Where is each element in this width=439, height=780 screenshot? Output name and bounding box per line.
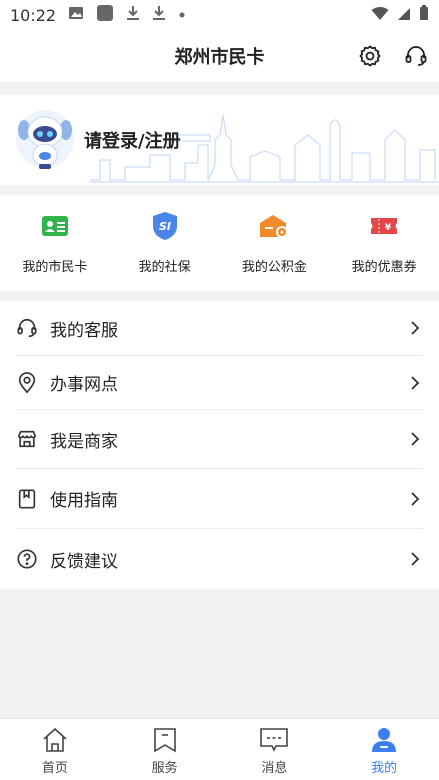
- chevron-right-icon: [407, 320, 423, 336]
- app-header: 郑州市民卡: [0, 30, 439, 82]
- chevron-right-icon: [407, 375, 423, 391]
- tab-mine[interactable]: 我的: [329, 719, 439, 780]
- quick-action-label: 我的优惠券: [351, 260, 417, 275]
- tab-services[interactable]: 服务: [110, 719, 220, 780]
- svg-text:SI: SI: [159, 220, 171, 233]
- wifi-icon: [371, 6, 389, 25]
- menu-item-service-outlets[interactable]: 办事网点: [16, 356, 423, 410]
- avatar[interactable]: [15, 108, 75, 170]
- social-security-icon: SI: [152, 212, 177, 240]
- quick-actions: 我的市民卡 SI 我的社保 我的公积金 ¥ 我的优惠券: [0, 195, 439, 291]
- coupon-icon: ¥: [371, 218, 398, 234]
- question-circle-icon: [17, 549, 37, 569]
- quick-action-label: 我的社保: [138, 260, 191, 275]
- citizen-card-icon: [41, 216, 68, 236]
- menu-item-feedback[interactable]: 反馈建议: [16, 529, 423, 589]
- download-icon: [126, 5, 140, 25]
- page-title: 郑州市民卡: [174, 47, 265, 68]
- image-icon: [68, 6, 84, 24]
- status-time: 10:22: [10, 5, 57, 25]
- customer-service-button[interactable]: [403, 43, 429, 69]
- quick-action-label: 我的公积金: [241, 260, 307, 275]
- headset-icon: [17, 318, 37, 338]
- tab-label: 首页: [41, 761, 68, 776]
- location-pin-icon: [18, 371, 36, 393]
- settings-menu: 我的客服 办事网点 我是商家 使用指南 反馈建议: [0, 301, 439, 589]
- menu-item-customer-service[interactable]: 我的客服: [16, 301, 423, 356]
- menu-item-label: 办事网点: [50, 375, 118, 395]
- menu-item-merchant[interactable]: 我是商家: [16, 410, 423, 469]
- tab-messages[interactable]: 消息: [220, 719, 330, 780]
- quick-action-social-security[interactable]: SI 我的社保: [110, 195, 220, 291]
- battery-icon: [419, 5, 429, 25]
- store-icon: [17, 430, 37, 448]
- provident-fund-icon: [260, 215, 289, 238]
- headset-icon: [405, 46, 427, 66]
- user-icon: [372, 728, 397, 752]
- profile-card[interactable]: 请登录/注册: [0, 95, 439, 185]
- gear-icon: [359, 45, 381, 67]
- quick-action-coupon[interactable]: ¥ 我的优惠券: [329, 195, 439, 291]
- download-icon: [152, 5, 166, 25]
- menu-item-label: 我是商家: [50, 431, 118, 452]
- notification-icons: [68, 4, 186, 26]
- robot-mascot-icon: [16, 110, 74, 169]
- bookmark-icon: [153, 728, 176, 753]
- quick-action-citizen-card[interactable]: 我的市民卡: [0, 195, 110, 291]
- settings-button[interactable]: [357, 43, 383, 69]
- login-register-link[interactable]: 请登录/注册: [84, 127, 181, 153]
- menu-item-label: 我的客服: [50, 320, 118, 341]
- svg-text:¥: ¥: [385, 223, 392, 233]
- message-icon: [260, 728, 289, 752]
- quick-action-label: 我的市民卡: [22, 260, 88, 275]
- tab-label: 我的: [371, 761, 398, 776]
- chevron-right-icon: [407, 491, 423, 507]
- home-icon: [43, 727, 67, 752]
- menu-item-user-guide[interactable]: 使用指南: [16, 469, 423, 529]
- menu-item-label: 反馈建议: [50, 551, 118, 572]
- bottom-tab-bar: 首页 服务 消息 我的: [0, 718, 439, 780]
- app-square-icon: [96, 4, 114, 26]
- chevron-right-icon: [407, 551, 423, 567]
- chevron-right-icon: [407, 431, 423, 447]
- menu-item-label: 使用指南: [50, 491, 118, 511]
- quick-action-provident-fund[interactable]: 我的公积金: [220, 195, 330, 291]
- tab-home[interactable]: 首页: [0, 719, 110, 780]
- tab-label: 消息: [261, 761, 288, 776]
- dot-icon: [178, 7, 186, 23]
- status-bar: 10:22: [0, 0, 439, 30]
- signal-icon: [397, 6, 411, 25]
- guide-book-icon: [18, 488, 36, 509]
- tab-label: 服务: [151, 761, 178, 776]
